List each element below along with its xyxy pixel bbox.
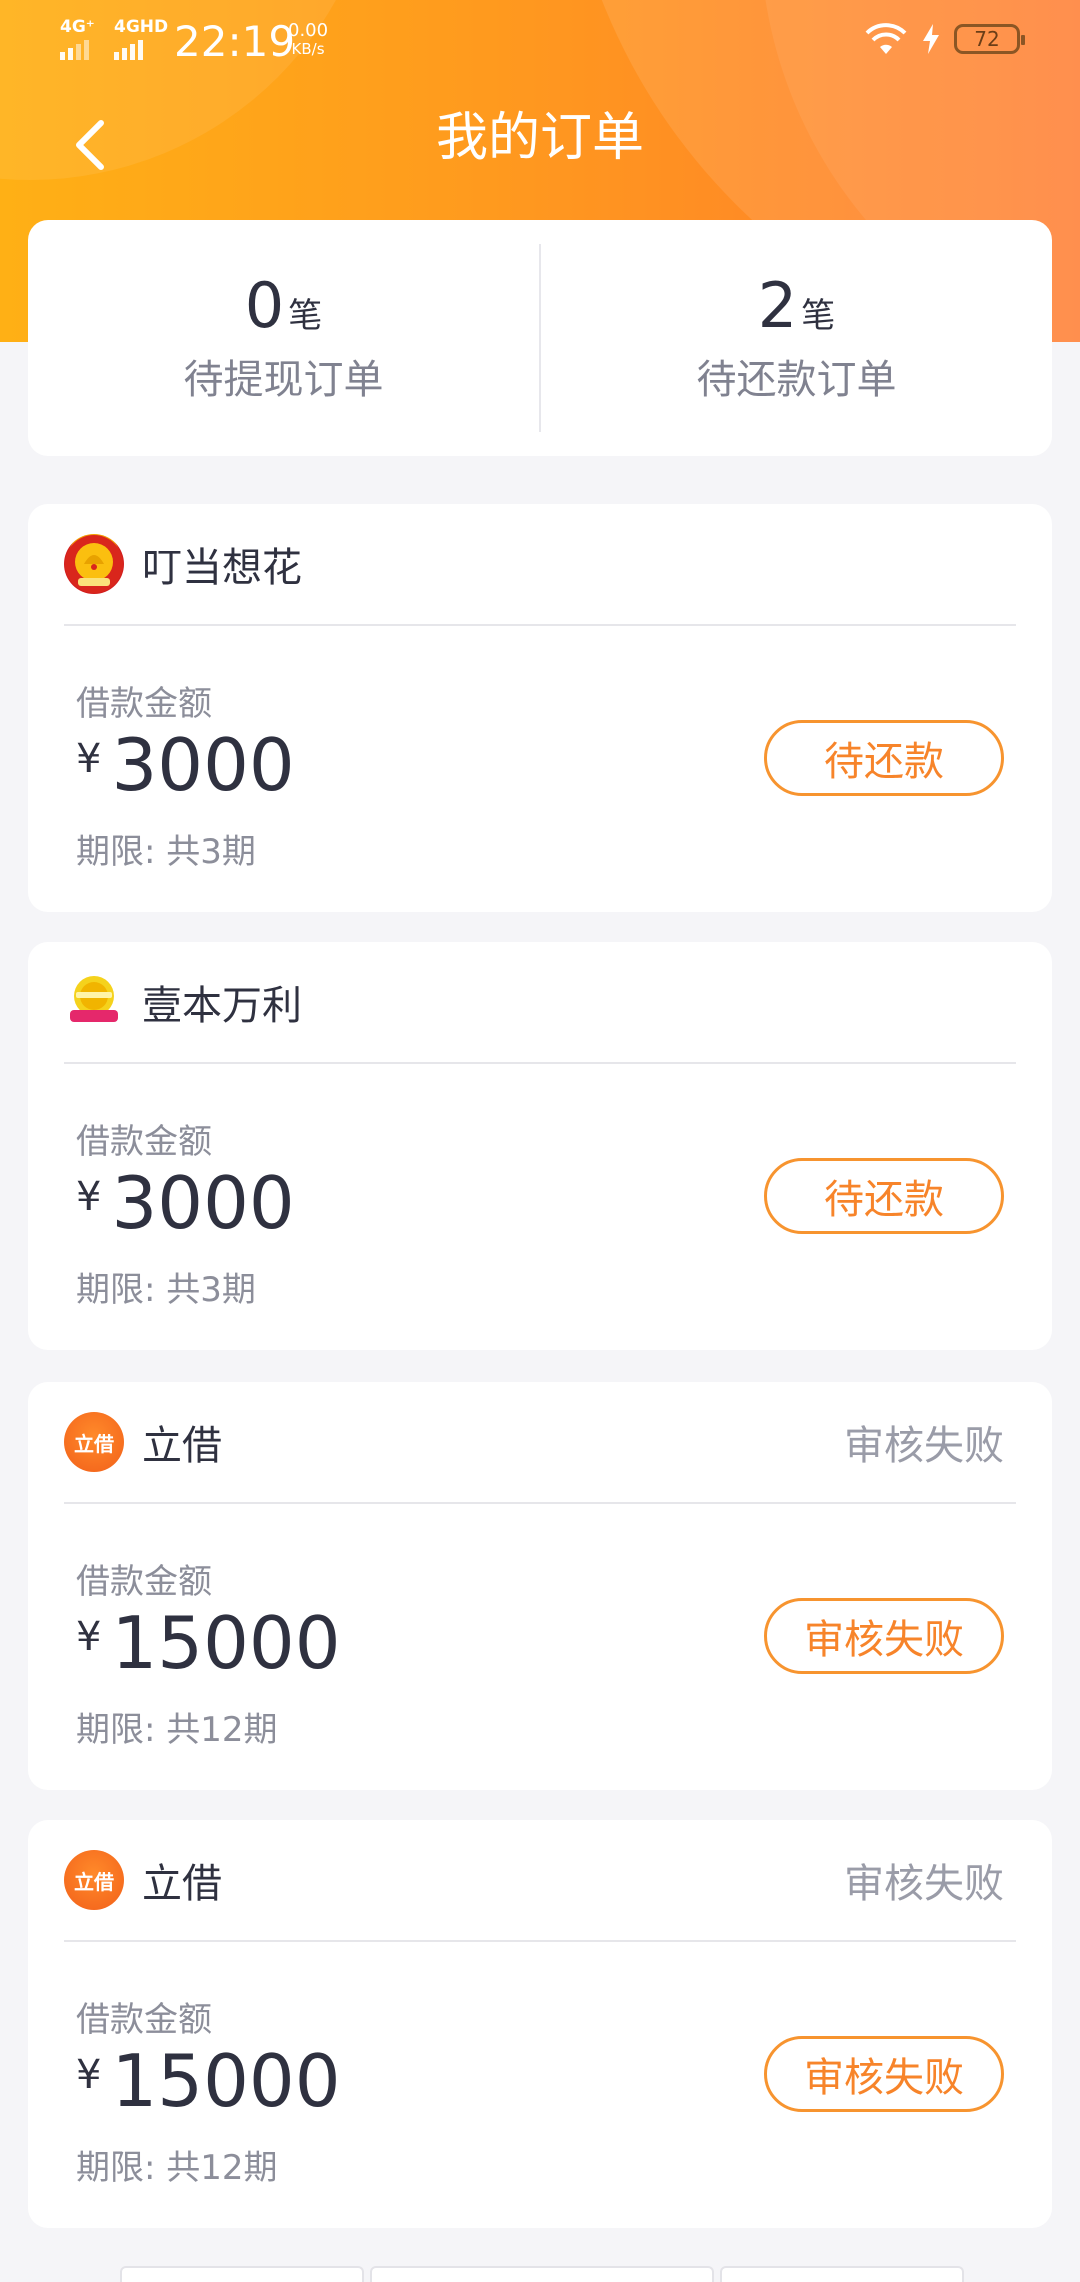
order-card[interactable]: 叮当想花 借款金额 ¥ 3000 期限: 共3期 待还款 [28, 504, 1052, 912]
network-label-2: 4GHD [114, 17, 169, 37]
yiben-wanli-logo-icon [64, 972, 124, 1032]
pending-withdraw-summary[interactable]: 0 笔 待提现订单 [28, 220, 539, 456]
amount-label: 借款金额 [76, 1122, 212, 1162]
battery-level: 72 [974, 27, 1000, 51]
amount-value: 15000 [111, 1601, 341, 1685]
charging-icon [923, 24, 939, 54]
loan-term: 期限: 共3期 [76, 832, 256, 872]
order-card-header: 叮当想花 [64, 504, 1016, 626]
loan-term: 期限: 共12期 [76, 2148, 278, 2188]
header-status: 审核失败 [844, 1423, 1004, 1469]
network-label-1: 4G⁺ [60, 17, 95, 37]
currency-symbol: ¥ [76, 1174, 102, 1220]
currency-symbol: ¥ [76, 1614, 102, 1660]
platform-name: 叮当想花 [142, 545, 302, 591]
review-failed-button[interactable]: 审核失败 [764, 2036, 1004, 2112]
order-summary-card: 0 笔 待提现订单 2 笔 待还款订单 [28, 220, 1052, 456]
review-failed-button[interactable]: 审核失败 [764, 1598, 1004, 1674]
order-card-header: 壹本万利 [64, 942, 1016, 1064]
count-unit: 笔 [801, 296, 836, 336]
battery-icon: 72 [954, 24, 1025, 54]
order-card[interactable]: 立借 立借 审核失败 借款金额 ¥ 15000 期限: 共12期 审核失败 [28, 1382, 1052, 1790]
count-number: 2 [757, 269, 798, 342]
network-indicator-1: 4G⁺ [60, 18, 95, 60]
liji-logo-icon: 立借 [64, 1412, 124, 1472]
count-unit: 笔 [288, 296, 323, 336]
wifi-icon [865, 23, 907, 54]
status-icons: 72 [864, 22, 1025, 56]
liji-logo-text: 立借 [74, 1431, 114, 1456]
liji-logo-text: 立借 [74, 1869, 114, 1894]
currency-symbol: ¥ [76, 736, 102, 782]
liji-logo-icon: 立借 [64, 1850, 124, 1910]
currency-symbol: ¥ [76, 2052, 102, 2098]
platform-name: 立借 [142, 1861, 222, 1907]
order-card-header: 立借 立借 审核失败 [64, 1820, 1016, 1942]
network-speed: 0.00 KB/s [288, 20, 329, 59]
pending-withdraw-label: 待提现订单 [183, 357, 384, 403]
status-bar: 4G⁺ 4GHD 22:19 0.00 KB/s 72 [0, 0, 1080, 80]
amount-label: 借款金额 [76, 2000, 212, 2040]
amount-value: 15000 [111, 2039, 341, 2123]
platform-name: 立借 [142, 1423, 222, 1469]
page-title: 我的订单 [435, 108, 644, 168]
loan-term: 期限: 共3期 [76, 1270, 256, 1310]
amount-value: 3000 [111, 723, 295, 807]
count-number: 0 [244, 269, 285, 342]
pending-repay-count: 2 笔 [758, 271, 835, 341]
order-card[interactable]: 壹本万利 借款金额 ¥ 3000 期限: 共3期 待还款 [28, 942, 1052, 1350]
pending-repay-button[interactable]: 待还款 [764, 720, 1004, 796]
header-status: 审核失败 [844, 1861, 1004, 1907]
loan-amount: ¥ 3000 [76, 1160, 295, 1246]
order-card-header: 立借 立借 审核失败 [64, 1382, 1016, 1504]
pending-withdraw-count: 0 笔 [245, 271, 322, 341]
dingdang-logo-icon [64, 534, 124, 594]
speed-unit: KB/s [291, 40, 325, 58]
pending-repay-button[interactable]: 待还款 [764, 1158, 1004, 1234]
loan-amount: ¥ 15000 [76, 2038, 341, 2124]
signal-bars-icon [60, 40, 95, 60]
platform-name: 壹本万利 [142, 983, 302, 1029]
order-card[interactable]: 立借 立借 审核失败 借款金额 ¥ 15000 期限: 共12期 审核失败 [28, 1820, 1052, 2228]
amount-label: 借款金额 [76, 684, 212, 724]
pending-repay-summary[interactable]: 2 笔 待还款订单 [541, 220, 1052, 456]
loan-amount: ¥ 15000 [76, 1600, 341, 1686]
pending-repay-label: 待还款订单 [696, 357, 897, 403]
speed-value: 0.00 [288, 20, 329, 41]
amount-value: 3000 [111, 1161, 295, 1245]
signal-bars-icon [114, 40, 168, 60]
network-indicator-2: 4GHD [114, 18, 168, 60]
loan-term: 期限: 共12期 [76, 1710, 278, 1750]
clock: 22:19 [174, 17, 296, 66]
loan-amount: ¥ 3000 [76, 722, 295, 808]
amount-label: 借款金额 [76, 1562, 212, 1602]
